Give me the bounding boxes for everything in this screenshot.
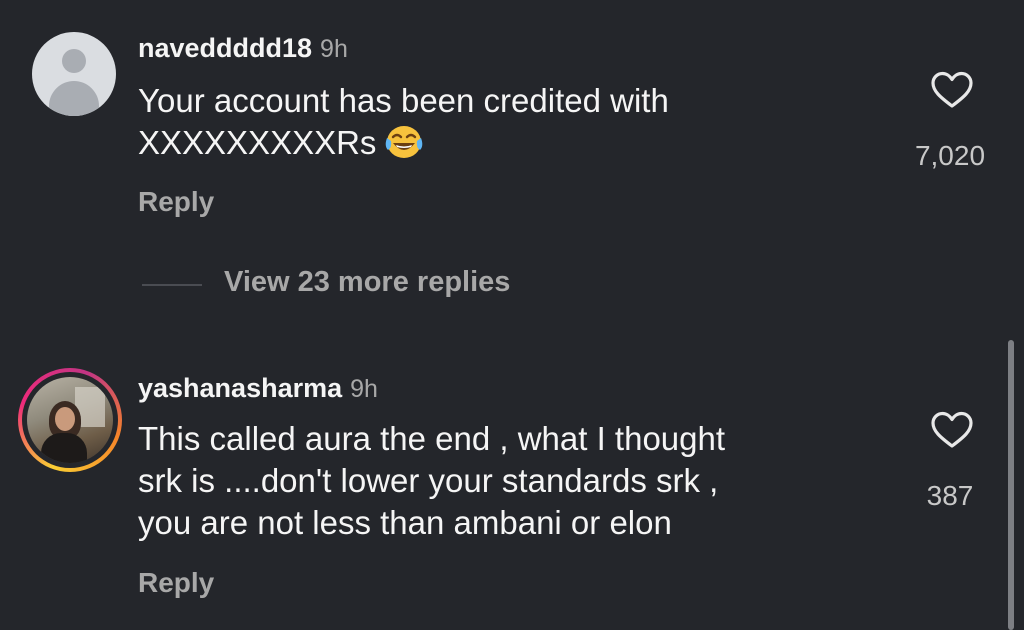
comment-username[interactable]: yashanasharma — [138, 373, 342, 403]
comment-body: This called aura the end , what I though… — [138, 420, 726, 541]
comment-timestamp: 9h — [320, 35, 348, 63]
face-with-tears-of-joy-icon — [386, 126, 423, 158]
avatar — [27, 377, 113, 463]
comments-panel: naveddddd18 9h Your account has been cred… — [0, 0, 1024, 630]
comment-username-line: naveddddd18 9h — [138, 33, 348, 64]
replies-divider — [142, 284, 202, 286]
avatar-story-ring[interactable] — [18, 368, 122, 472]
reply-button[interactable]: Reply — [138, 567, 214, 599]
comment-username[interactable]: naveddddd18 — [138, 33, 312, 63]
reply-button[interactable]: Reply — [138, 186, 214, 218]
comment-username-line: yashanasharma 9h — [138, 373, 378, 404]
avatar-photo-torso — [41, 433, 87, 463]
avatar[interactable] — [32, 32, 116, 116]
avatar-placeholder-head — [62, 49, 86, 73]
heart-icon[interactable] — [930, 410, 974, 450]
heart-icon[interactable] — [930, 70, 974, 110]
scrollbar[interactable] — [1008, 340, 1014, 630]
view-more-replies-button[interactable]: View 23 more replies — [224, 266, 510, 299]
comment-timestamp: 9h — [350, 375, 378, 403]
avatar-photo-face — [55, 407, 75, 431]
comment-text: Your account has been credited with XXXX… — [138, 80, 838, 164]
like-count: 7,020 — [914, 140, 986, 171]
like-count: 387 — [926, 480, 974, 511]
avatar-placeholder-body — [49, 81, 99, 116]
